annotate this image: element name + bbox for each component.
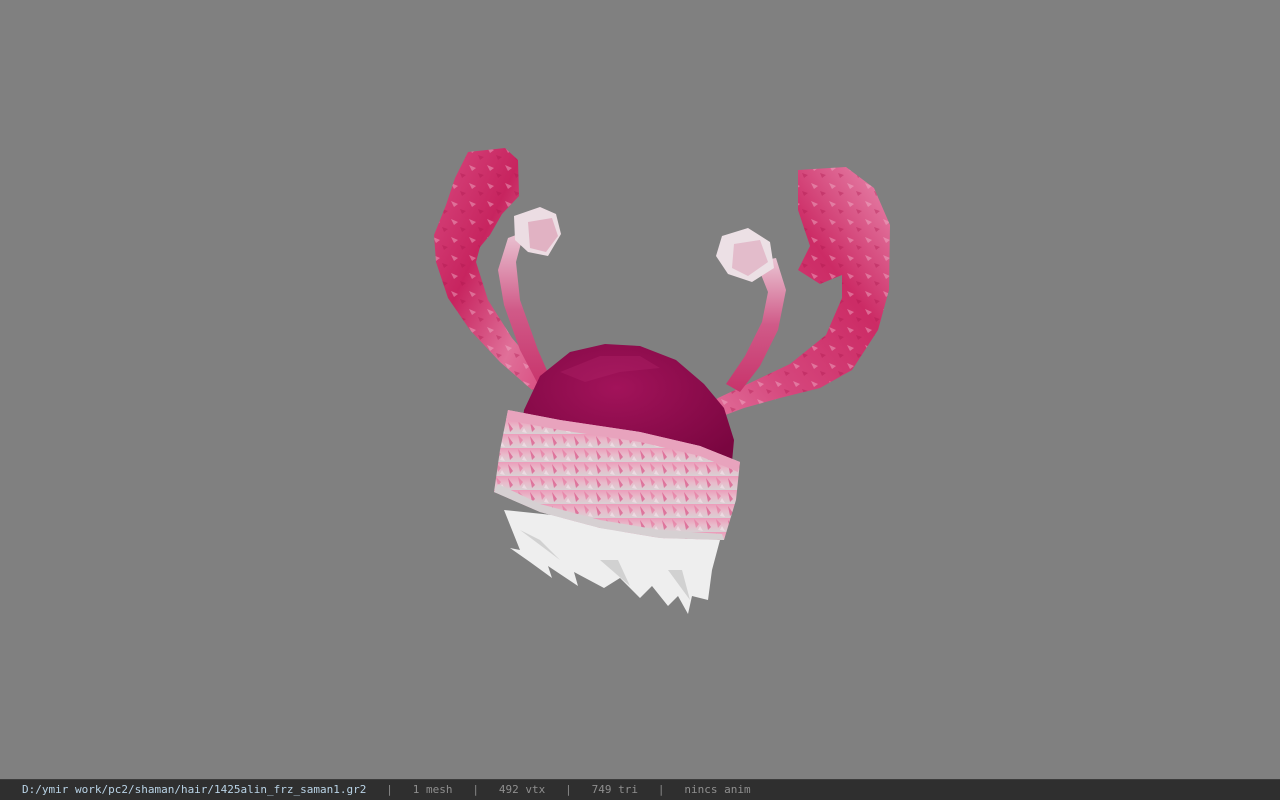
model-viewer-window: D:/ymir work/pc2/shaman/hair/1425alin_fr… <box>0 0 1280 800</box>
model-render <box>434 148 890 614</box>
anim-status: nincs anim <box>684 783 751 796</box>
right-feeler <box>716 228 786 392</box>
status-separator: | <box>472 783 479 796</box>
triangle-count: 749 tri <box>591 783 638 796</box>
vertex-count: 492 vtx <box>498 783 546 796</box>
right-antler <box>686 167 890 424</box>
status-separator: | <box>657 783 665 796</box>
mesh-count: 1 mesh <box>412 783 453 796</box>
status-bar: D:/ymir work/pc2/shaman/hair/1425alin_fr… <box>0 779 1280 800</box>
status-separator: | <box>386 783 393 796</box>
status-separator: | <box>565 783 572 796</box>
3d-viewport[interactable] <box>0 0 1280 779</box>
file-path: D:/ymir work/pc2/shaman/hair/1425alin_fr… <box>22 783 367 796</box>
